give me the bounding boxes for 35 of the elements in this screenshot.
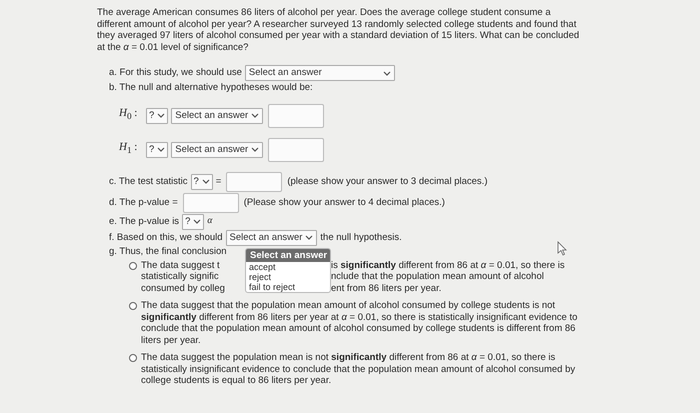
option-text-fragment: ent from 86 liters per year. — [331, 282, 442, 294]
instruction-text: (Please show your answer to 4 decimal places.) — [244, 196, 445, 208]
option-text-fragment: consumed by colleg — [141, 282, 226, 294]
menu-option[interactable]: fail to reject — [246, 282, 330, 292]
option-text-fragment: statistically signific — [141, 271, 220, 282]
question-text: d. The p-value = — [109, 196, 178, 208]
parameter-dropdown[interactable]: Select an answer — [171, 108, 264, 124]
comparison-dropdown[interactable]: ? — [182, 214, 204, 230]
equals-sign: = — [216, 176, 222, 188]
option-text: The data suggest that the population mean amount of alcohol consumed by college students is not significantly different from 86 liters per year at α = 0.01, so there is statistically insignificant evidence to conclude that the population mean amount of alcohol consumed by college students is different from 86 liters per year. — [141, 300, 578, 346]
question-text: the null hypothesis. — [320, 232, 402, 244]
statistic-dropdown[interactable]: ? — [190, 174, 213, 190]
question-text: f. Based on this, we should — [109, 232, 223, 244]
option-text-fragment: nclude that the population mean amount of alcohol — [331, 271, 544, 282]
operator-dropdown[interactable]: ? — [146, 142, 168, 158]
decision-dropdown[interactable]: Select an answer — [226, 230, 318, 246]
question-text: a. For this study, we should use — [109, 67, 242, 79]
operator-dropdown[interactable]: ? — [146, 108, 168, 124]
alpha-symbol: α — [207, 216, 212, 228]
problem-text: The average American consumes 86 liters of alcohol per year. Does the average college student consume a different amount of alcohol per year? A researcher surveyed 13 randomly selected college students and found that they averaged 97 liters of alcohol consumed per year with a standard deviation of 15 liters. What can be concluded at the α = 0.01 level of significance? — [97, 7, 580, 53]
question-text: b. The null and alternative hypotheses would be: — [109, 82, 313, 94]
option-text: The data suggest the population mean is not significantly different from 86 at α = 0.01, so there is statistically insignificant evidence to conclude that the population mean amount of alcohol consumed by college students is equal to 86 liters per year. — [141, 352, 576, 386]
menu-option[interactable]: accept — [246, 262, 330, 272]
menu-header[interactable]: Select an answer — [246, 248, 330, 262]
question-text: e. The p-value is — [109, 216, 180, 228]
menu-option[interactable]: reject — [246, 272, 330, 282]
parameter-dropdown[interactable]: Select an answer — [171, 142, 264, 158]
hypothesis-label: H$_{1}$ : — [119, 142, 138, 157]
option-text-fragment: is significantly different from 86 at α = 0.01, so there is — [331, 260, 565, 271]
hypothesis-label: H$_{0}$ : — [119, 108, 138, 123]
question-text: g. Thus, the final conclusion — [109, 246, 227, 258]
instruction-text: (please show your answer to 3 decimal places.) — [287, 176, 488, 188]
answer-dropdown[interactable]: Select an answer — [244, 65, 395, 81]
question-text: c. The test statistic — [109, 176, 188, 188]
option-text-fragment: The data suggest t — [141, 260, 221, 271]
